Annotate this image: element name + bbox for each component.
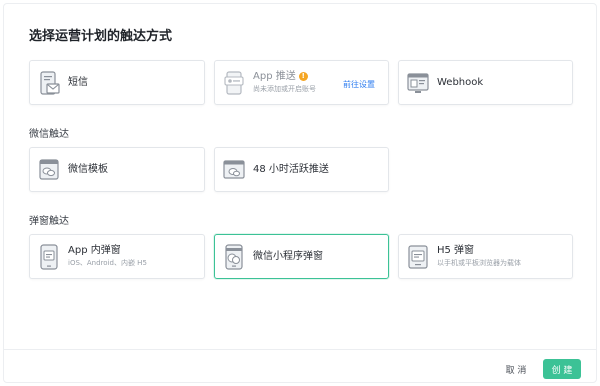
card-app-popup-label: App 内弹窗 [68,245,121,256]
miniprogram-popup-icon [225,243,243,270]
dialog-title: 选择运营计划的触达方式 [29,29,173,44]
card-wechat-template[interactable]: 微信模板 [29,147,205,192]
card-sms[interactable]: 短信 [29,60,205,105]
section-popup-title: 弹窗触达 [29,216,69,227]
footer-divider [4,349,596,350]
cancel-button[interactable]: 取 消 [497,359,535,379]
h5-popup-icon [408,244,428,269]
active-push-icon [223,159,245,179]
card-wechat-template-label: 微信模板 [68,164,108,175]
card-webhook[interactable]: Webhook [398,60,573,105]
create-button[interactable]: 创 建 [543,359,581,379]
app-popup-icon [40,243,58,270]
section-wechat-title: 微信触达 [29,129,69,140]
card-48h-active-push[interactable]: 48 小时活跃推送 [214,147,389,192]
card-app-popup-subtitle: iOS、Android、内嵌 H5 [68,259,147,267]
app-push-icon [224,70,244,95]
card-webhook-label: Webhook [437,77,484,88]
card-app-push[interactable]: App 推送! 尚未添加或开启账号 前往设置 [214,60,389,105]
card-app-popup[interactable]: App 内弹窗 iOS、Android、内嵌 H5 [29,234,205,279]
card-app-push-label: App 推送 [253,71,296,82]
card-h5-popup-subtitle: 以手机或平板浏览器为载体 [437,259,521,267]
card-sms-label: 短信 [68,77,88,88]
card-miniprogram-popup[interactable]: 微信小程序弹窗 [214,234,389,279]
card-miniprogram-popup-label: 微信小程序弹窗 [253,251,323,262]
card-h5-popup[interactable]: H5 弹窗 以手机或平板浏览器为载体 [398,234,573,279]
card-h5-popup-label: H5 弹窗 [437,245,475,256]
webhook-icon [407,72,429,93]
go-settings-link[interactable]: 前往设置 [343,79,375,90]
card-48h-active-push-label: 48 小时活跃推送 [253,164,329,175]
warning-icon: ! [298,72,308,81]
wechat-template-icon [39,158,59,180]
card-app-push-subtitle: 尚未添加或开启账号 [253,85,316,93]
sms-icon [40,70,60,95]
